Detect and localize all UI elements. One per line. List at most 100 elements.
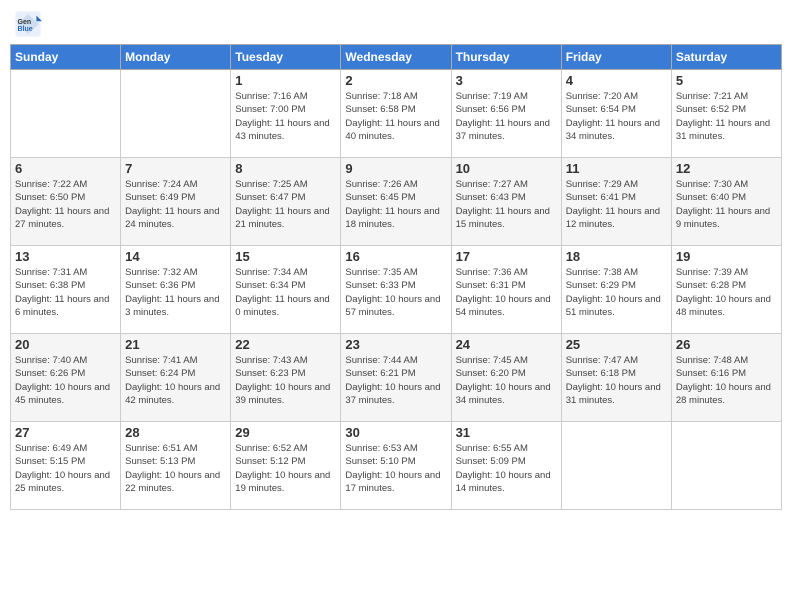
calendar-cell: 31 Sunrise: 6:55 AMSunset: 5:09 PMDaylig… [451, 422, 561, 510]
day-number: 15 [235, 249, 336, 264]
day-number: 22 [235, 337, 336, 352]
day-number: 16 [345, 249, 446, 264]
day-info: Sunrise: 7:22 AMSunset: 6:50 PMDaylight:… [15, 179, 109, 230]
day-info: Sunrise: 7:16 AMSunset: 7:00 PMDaylight:… [235, 91, 329, 142]
calendar-cell: 19 Sunrise: 7:39 AMSunset: 6:28 PMDaylig… [671, 246, 781, 334]
day-number: 1 [235, 73, 336, 88]
day-number: 28 [125, 425, 226, 440]
calendar-cell: 10 Sunrise: 7:27 AMSunset: 6:43 PMDaylig… [451, 158, 561, 246]
calendar-cell: 6 Sunrise: 7:22 AMSunset: 6:50 PMDayligh… [11, 158, 121, 246]
day-number: 30 [345, 425, 446, 440]
day-info: Sunrise: 6:55 AMSunset: 5:09 PMDaylight:… [456, 443, 551, 494]
calendar-cell [121, 70, 231, 158]
day-number: 20 [15, 337, 116, 352]
day-number: 27 [15, 425, 116, 440]
calendar-cell: 26 Sunrise: 7:48 AMSunset: 6:16 PMDaylig… [671, 334, 781, 422]
calendar-cell: 27 Sunrise: 6:49 AMSunset: 5:15 PMDaylig… [11, 422, 121, 510]
day-info: Sunrise: 6:53 AMSunset: 5:10 PMDaylight:… [345, 443, 440, 494]
calendar-cell: 22 Sunrise: 7:43 AMSunset: 6:23 PMDaylig… [231, 334, 341, 422]
calendar-cell: 29 Sunrise: 6:52 AMSunset: 5:12 PMDaylig… [231, 422, 341, 510]
day-info: Sunrise: 7:44 AMSunset: 6:21 PMDaylight:… [345, 355, 440, 406]
day-number: 25 [566, 337, 667, 352]
day-number: 8 [235, 161, 336, 176]
calendar-cell: 25 Sunrise: 7:47 AMSunset: 6:18 PMDaylig… [561, 334, 671, 422]
day-info: Sunrise: 7:25 AMSunset: 6:47 PMDaylight:… [235, 179, 329, 230]
day-number: 19 [676, 249, 777, 264]
calendar-cell: 9 Sunrise: 7:26 AMSunset: 6:45 PMDayligh… [341, 158, 451, 246]
week-row-4: 20 Sunrise: 7:40 AMSunset: 6:26 PMDaylig… [11, 334, 782, 422]
day-number: 3 [456, 73, 557, 88]
weekday-header-saturday: Saturday [671, 45, 781, 70]
weekday-header-monday: Monday [121, 45, 231, 70]
svg-text:Blue: Blue [18, 26, 33, 33]
calendar-cell: 20 Sunrise: 7:40 AMSunset: 6:26 PMDaylig… [11, 334, 121, 422]
calendar-cell: 14 Sunrise: 7:32 AMSunset: 6:36 PMDaylig… [121, 246, 231, 334]
calendar-cell: 3 Sunrise: 7:19 AMSunset: 6:56 PMDayligh… [451, 70, 561, 158]
day-info: Sunrise: 7:35 AMSunset: 6:33 PMDaylight:… [345, 267, 440, 318]
weekday-header-wednesday: Wednesday [341, 45, 451, 70]
calendar-cell: 24 Sunrise: 7:45 AMSunset: 6:20 PMDaylig… [451, 334, 561, 422]
calendar-cell: 13 Sunrise: 7:31 AMSunset: 6:38 PMDaylig… [11, 246, 121, 334]
calendar-cell: 17 Sunrise: 7:36 AMSunset: 6:31 PMDaylig… [451, 246, 561, 334]
week-row-2: 6 Sunrise: 7:22 AMSunset: 6:50 PMDayligh… [11, 158, 782, 246]
svg-text:Gen: Gen [18, 19, 32, 26]
calendar-cell: 30 Sunrise: 6:53 AMSunset: 5:10 PMDaylig… [341, 422, 451, 510]
day-info: Sunrise: 7:36 AMSunset: 6:31 PMDaylight:… [456, 267, 551, 318]
calendar-cell: 2 Sunrise: 7:18 AMSunset: 6:58 PMDayligh… [341, 70, 451, 158]
day-info: Sunrise: 7:27 AMSunset: 6:43 PMDaylight:… [456, 179, 550, 230]
day-number: 5 [676, 73, 777, 88]
day-info: Sunrise: 7:24 AMSunset: 6:49 PMDaylight:… [125, 179, 219, 230]
calendar-cell: 8 Sunrise: 7:25 AMSunset: 6:47 PMDayligh… [231, 158, 341, 246]
day-info: Sunrise: 7:31 AMSunset: 6:38 PMDaylight:… [15, 267, 109, 318]
day-info: Sunrise: 7:29 AMSunset: 6:41 PMDaylight:… [566, 179, 660, 230]
calendar-cell: 18 Sunrise: 7:38 AMSunset: 6:29 PMDaylig… [561, 246, 671, 334]
day-number: 21 [125, 337, 226, 352]
day-number: 7 [125, 161, 226, 176]
week-row-5: 27 Sunrise: 6:49 AMSunset: 5:15 PMDaylig… [11, 422, 782, 510]
calendar-cell: 5 Sunrise: 7:21 AMSunset: 6:52 PMDayligh… [671, 70, 781, 158]
calendar-cell: 4 Sunrise: 7:20 AMSunset: 6:54 PMDayligh… [561, 70, 671, 158]
calendar-cell: 11 Sunrise: 7:29 AMSunset: 6:41 PMDaylig… [561, 158, 671, 246]
day-number: 10 [456, 161, 557, 176]
day-info: Sunrise: 7:45 AMSunset: 6:20 PMDaylight:… [456, 355, 551, 406]
calendar: SundayMondayTuesdayWednesdayThursdayFrid… [10, 44, 782, 510]
logo: Gen Blue [14, 10, 44, 38]
calendar-cell: 16 Sunrise: 7:35 AMSunset: 6:33 PMDaylig… [341, 246, 451, 334]
weekday-header-thursday: Thursday [451, 45, 561, 70]
day-info: Sunrise: 7:38 AMSunset: 6:29 PMDaylight:… [566, 267, 661, 318]
calendar-cell: 7 Sunrise: 7:24 AMSunset: 6:49 PMDayligh… [121, 158, 231, 246]
day-number: 4 [566, 73, 667, 88]
day-number: 2 [345, 73, 446, 88]
day-number: 14 [125, 249, 226, 264]
day-number: 18 [566, 249, 667, 264]
day-info: Sunrise: 7:43 AMSunset: 6:23 PMDaylight:… [235, 355, 330, 406]
day-info: Sunrise: 7:21 AMSunset: 6:52 PMDaylight:… [676, 91, 770, 142]
day-info: Sunrise: 7:47 AMSunset: 6:18 PMDaylight:… [566, 355, 661, 406]
calendar-cell: 23 Sunrise: 7:44 AMSunset: 6:21 PMDaylig… [341, 334, 451, 422]
weekday-header-sunday: Sunday [11, 45, 121, 70]
day-number: 31 [456, 425, 557, 440]
day-info: Sunrise: 7:26 AMSunset: 6:45 PMDaylight:… [345, 179, 439, 230]
day-number: 29 [235, 425, 336, 440]
day-info: Sunrise: 7:19 AMSunset: 6:56 PMDaylight:… [456, 91, 550, 142]
day-number: 11 [566, 161, 667, 176]
calendar-cell: 12 Sunrise: 7:30 AMSunset: 6:40 PMDaylig… [671, 158, 781, 246]
weekday-header-row: SundayMondayTuesdayWednesdayThursdayFrid… [11, 45, 782, 70]
day-number: 23 [345, 337, 446, 352]
calendar-cell: 28 Sunrise: 6:51 AMSunset: 5:13 PMDaylig… [121, 422, 231, 510]
day-info: Sunrise: 6:49 AMSunset: 5:15 PMDaylight:… [15, 443, 110, 494]
day-number: 26 [676, 337, 777, 352]
day-info: Sunrise: 6:52 AMSunset: 5:12 PMDaylight:… [235, 443, 330, 494]
day-info: Sunrise: 7:34 AMSunset: 6:34 PMDaylight:… [235, 267, 329, 318]
day-info: Sunrise: 7:32 AMSunset: 6:36 PMDaylight:… [125, 267, 219, 318]
day-number: 6 [15, 161, 116, 176]
logo-icon: Gen Blue [14, 10, 42, 38]
day-number: 13 [15, 249, 116, 264]
week-row-1: 1 Sunrise: 7:16 AMSunset: 7:00 PMDayligh… [11, 70, 782, 158]
day-info: Sunrise: 7:20 AMSunset: 6:54 PMDaylight:… [566, 91, 660, 142]
calendar-cell: 15 Sunrise: 7:34 AMSunset: 6:34 PMDaylig… [231, 246, 341, 334]
day-number: 9 [345, 161, 446, 176]
calendar-cell: 21 Sunrise: 7:41 AMSunset: 6:24 PMDaylig… [121, 334, 231, 422]
day-number: 24 [456, 337, 557, 352]
day-info: Sunrise: 7:30 AMSunset: 6:40 PMDaylight:… [676, 179, 770, 230]
